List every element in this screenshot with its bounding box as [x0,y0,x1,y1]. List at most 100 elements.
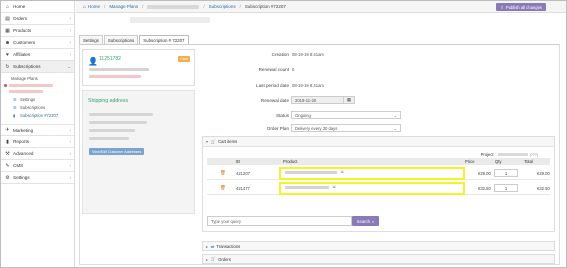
sidebar-item-cms[interactable]: ✎ CMS ‹ [1,160,74,172]
redacted-customer-name [89,68,149,71]
chevron-down-icon: ⌄ [393,112,397,118]
redacted-plan-name[interactable] [9,84,53,87]
order-plan-label: Order Plan [266,126,289,131]
breadcrumb-separator: / [203,4,205,9]
breadcrumb-redacted-plan[interactable] [147,4,200,9]
chevron-left-icon: ‹ [69,127,72,133]
sidebar-item-products[interactable]: ▦ Products ‹ [1,25,74,37]
status-select[interactable]: Ongoing ⌄ [291,111,401,119]
renewal-count-value: 0 [292,67,295,72]
sidebar-item-orders[interactable]: ▤ Orders ‹ [1,13,74,25]
sidebar-sub-manage-plans[interactable]: Manage Plans [1,74,74,82]
chevron-down-icon: ⌄ [67,63,71,69]
user-icon: 👤 [88,57,98,66]
breadcrumb: ⌂ Home / Manage Plans / / Subscriptions … [76,4,286,10]
external-link-icon[interactable]: ⇲ [332,184,336,189]
cart-items-header[interactable]: ▾ 🛒 Cart items [203,137,554,147]
chevron-right-icon: ▸ [206,244,208,249]
quantity-input[interactable]: 1 [494,169,518,177]
sidebar-item-home[interactable]: ⌂ Home [1,1,74,13]
sidebar-sub-label: Subscription #72207 [20,112,59,118]
breadcrumb-current: Subscription #72207 [244,4,286,9]
transactions-icon: ⇄ [210,243,215,249]
sidebar-item-label: Orders [13,16,28,21]
chevron-left-icon: ‹ [69,175,72,180]
customer-card: 👤 11251782 Card [82,49,195,86]
breadcrumb-home[interactable]: Home [88,4,100,9]
calendar-icon[interactable]: ▦ [343,96,355,104]
chevron-right-icon: ▸ [206,257,208,262]
transactions-section[interactable]: ▸ ⇄ Transactions [202,241,555,251]
home-icon: ⌂ [83,3,87,10]
affiliates-icon: ♥ [6,51,9,58]
col-qty: Qty [495,159,502,164]
sidebar-item-affiliates[interactable]: ♥ Affiliates ‹ [1,49,74,61]
plan-dot-icon [4,84,7,87]
view-edit-addresses-button[interactable]: View/Edit Customer Addresses [89,148,145,155]
order-plan-select[interactable]: Delivery every 30 days ⌄ [291,124,401,132]
external-link-icon[interactable]: ⇲ [340,169,344,174]
sidebar-item-customers[interactable]: ☻ Customers ‹ [1,37,74,49]
sidebar-item-label: Home [13,4,26,9]
sidebar-item-subscriptions[interactable]: ↻ Subscriptions ⌄ [1,61,74,73]
sidebar-item-label: Affiliates [13,52,31,57]
bookmark-icon: ▮ [13,112,16,118]
list-icon: ☰ [13,104,17,110]
sidebar-item-advanced[interactable]: ⚒ Advanced ‹ [1,148,74,160]
chevron-left-icon: ‹ [69,52,72,57]
sidebar-sub-settings[interactable]: ☰ Settings [1,95,74,103]
tab-bar: Settings Subscriptions Subscription # 72… [79,35,190,44]
redacted-address-line [89,113,153,116]
settings-icon: ⚙ [5,174,10,181]
sidebar-sub-current[interactable]: ▮ Subscription #72207 [1,111,74,119]
breadcrumb-subscriptions[interactable]: Subscriptions [209,4,236,9]
quantity-input[interactable]: 1 [494,184,518,192]
redacted-product-name[interactable] [285,171,337,174]
chevron-down-icon: ▾ [206,140,208,144]
sidebar-sub-label: Settings [20,96,36,102]
tab-settings[interactable]: Settings [79,35,103,44]
upload-icon: ⇪ [500,4,504,10]
advanced-icon: ⚒ [5,150,10,157]
shipping-heading: Shipping address [88,98,129,104]
renewal-date-input[interactable]: 2019-11-20 [291,96,344,104]
row-total: €32.50 [537,186,550,191]
trash-icon[interactable]: 🗑 [220,185,226,191]
shipping-address-card: Shipping address View/Edit Customer Addr… [82,90,195,214]
redacted-customer-email [89,75,141,78]
table-row: 🗑 421207 ⇲ €29.00 1 €29.00 [207,166,550,180]
status-value: Ongoing [295,112,311,118]
top-bar: ⌂ Home / Manage Plans / / Subscriptions … [76,1,566,13]
last-period-label: Last period date [256,83,289,88]
customer-id[interactable]: 11251782 [99,56,121,62]
orders-section[interactable]: ▸ 🛒 Orders [202,254,555,264]
renewal-count-label: Renewal count [258,67,289,72]
chevron-left-icon: ‹ [69,16,72,21]
chevron-left-icon: ‹ [69,151,72,156]
redacted-address-line [89,121,147,124]
breadcrumb-manage-plans[interactable]: Manage Plans [109,4,138,9]
trash-icon[interactable]: 🗑 [220,170,226,176]
chevron-left-icon: ‹ [69,40,72,45]
sidebar-item-marketing[interactable]: ✈ Marketing ‹ [1,124,74,136]
publish-all-changes-button[interactable]: ⇪ Publish all changes [496,3,546,11]
chevron-down-icon: ⌄ [393,125,397,131]
tab-subscription-detail[interactable]: Subscription # 72207 [139,35,189,44]
chevron-left-icon: ‹ [69,163,72,168]
row-price: €32.50 [478,186,491,191]
sidebar-item-settings[interactable]: ⚙ Settings ‹ [1,172,74,184]
product-search-input[interactable]: Type your query [207,216,352,226]
sidebar-item-label: Advanced [13,151,34,156]
sidebar-item-label: Marketing [13,127,34,133]
cart-items-panel: ▾ 🛒 Cart items Project (???) ID Product … [202,136,555,232]
redacted-product-name[interactable] [285,186,329,189]
sidebar-sub-subscriptions[interactable]: ☰ Subscriptions [1,103,74,111]
project-label-text: Project [480,152,494,157]
search-button[interactable]: Search ⌕ [352,216,379,226]
tab-subscriptions[interactable]: Subscriptions [103,35,139,44]
sidebar-item-label: Subscriptions [13,64,41,69]
redacted-address-line [89,129,135,132]
sidebar-item-reports[interactable]: ▮ Reports ‹ [1,136,74,148]
redacted-plan-name[interactable] [9,90,43,93]
payment-badge: Card [178,56,190,62]
